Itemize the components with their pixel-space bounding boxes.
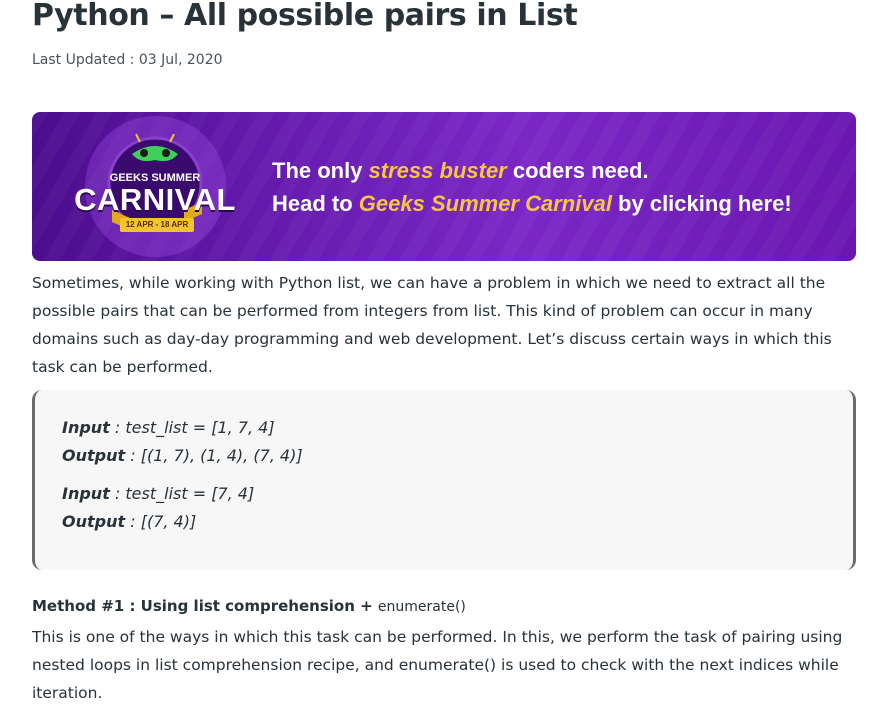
article-title: Python – All possible pairs in List xyxy=(32,0,578,33)
example-1-input: Input : test_list = [1, 7, 4] xyxy=(62,418,275,437)
carnival-logo-title: CARNIVAL xyxy=(74,182,236,217)
example-1-output-value: : [(1, 7), (1, 4), (7, 4)] xyxy=(125,446,303,465)
banner-line-2-post: by clicking here! xyxy=(611,191,792,216)
example-1-input-label: Input xyxy=(62,418,110,437)
example-2-input-value: : test_list = [7, 4] xyxy=(109,484,255,503)
banner-line-2-highlight: Geeks Summer Carnival xyxy=(358,191,612,216)
carnival-logo: GEEKS SUMMER CARNIVAL 12 APR - 18 APR xyxy=(70,133,240,244)
example-1-input-value: : test_list = [1, 7, 4] xyxy=(109,418,275,437)
banner-line-1-post: coders need. xyxy=(506,158,649,183)
banner-line-2: Head to Geeks Summer Carnival by clickin… xyxy=(272,187,792,220)
carnival-date-ribbon: 12 APR - 18 APR xyxy=(120,218,194,232)
banner-line-1: The only stress buster coders need. xyxy=(272,154,792,187)
example-2-output: Output : [(7, 4)] xyxy=(62,512,196,531)
example-box: Input : test_list = [1, 7, 4] Output : [… xyxy=(32,390,856,570)
example-2-input-label: Input xyxy=(62,484,110,503)
example-2-input: Input : test_list = [7, 4] xyxy=(62,484,254,503)
intro-paragraph: Sometimes, while working with Python lis… xyxy=(32,274,832,376)
example-2-output-value: : [(7, 4)] xyxy=(125,512,197,531)
method-1-heading-function: enumerate() xyxy=(377,599,466,615)
method-1-heading-text: Method #1 : Using list comprehension + xyxy=(32,597,378,615)
example-2-output-label: Output xyxy=(62,512,126,531)
last-updated-date: Last Updated : 03 Jul, 2020 xyxy=(32,52,223,68)
banner-line-2-pre: Head to xyxy=(272,191,359,216)
banner-line-1-pre: The only xyxy=(272,158,369,183)
banner-message: The only stress buster coders need. Head… xyxy=(272,154,792,220)
banner-line-1-highlight: stress buster xyxy=(368,158,507,183)
example-1-output-label: Output xyxy=(62,446,126,465)
summer-carnival-banner[interactable]: GEEKS SUMMER CARNIVAL 12 APR - 18 APR Th… xyxy=(32,112,856,261)
example-1-output: Output : [(1, 7), (1, 4), (7, 4)] xyxy=(62,446,303,465)
method-1-description: This is one of the ways in which this ta… xyxy=(32,628,843,702)
method-1-heading: Method #1 : Using list comprehension + e… xyxy=(32,597,466,615)
